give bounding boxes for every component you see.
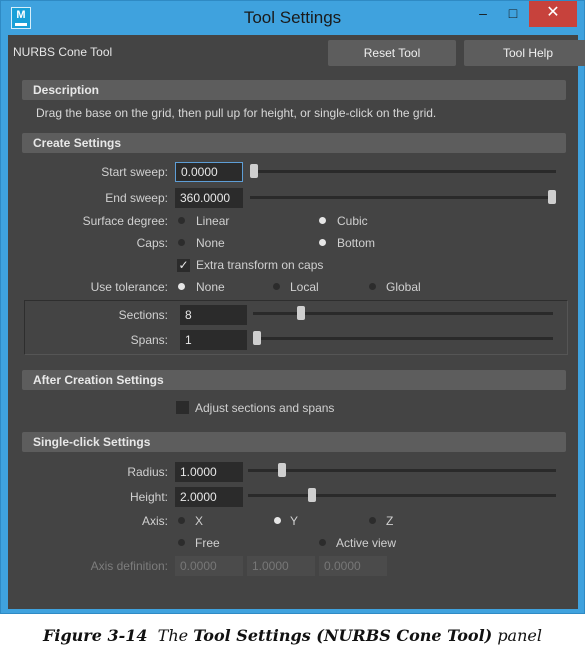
start-sweep-field[interactable]: 0.0000 bbox=[175, 162, 243, 182]
height-label: Height: bbox=[129, 490, 168, 504]
end-sweep-label: End sweep: bbox=[105, 191, 168, 205]
radius-label: Radius: bbox=[127, 465, 168, 479]
start-sweep-slider-thumb[interactable] bbox=[250, 164, 258, 178]
reset-tool-button[interactable]: Reset Tool bbox=[328, 40, 456, 66]
single-click-section-header[interactable]: Single-click Settings bbox=[22, 432, 566, 452]
title-bar[interactable]: M Tool Settings – □ ✕ bbox=[1, 1, 584, 35]
caps-bottom-radio[interactable] bbox=[319, 239, 326, 246]
surface-degree-cubic-radio[interactable] bbox=[319, 217, 326, 224]
minimize-button[interactable]: – bbox=[468, 1, 498, 27]
radius-field[interactable]: 1.0000 bbox=[175, 462, 243, 482]
tool-help-button[interactable]: Tool Help bbox=[464, 40, 585, 66]
height-slider-track[interactable] bbox=[248, 494, 556, 497]
extra-transform-label: Extra transform on caps bbox=[196, 258, 324, 272]
after-creation-section-header[interactable]: After Creation Settings bbox=[22, 370, 566, 390]
caption-bold: Tool Settings (NURBS Cone Tool) bbox=[193, 626, 493, 645]
caption-post: panel bbox=[497, 626, 542, 645]
maximize-button[interactable]: □ bbox=[498, 1, 528, 27]
axis-definition-y-field: 1.0000 bbox=[247, 556, 315, 576]
sections-field[interactable]: 8 bbox=[180, 305, 247, 325]
create-settings-section-header[interactable]: Create Settings bbox=[22, 133, 566, 153]
close-button[interactable]: ✕ bbox=[529, 1, 577, 27]
surface-degree-linear-label: Linear bbox=[196, 214, 230, 228]
description-section-header[interactable]: Description bbox=[22, 80, 566, 100]
axis-definition-x-field: 0.0000 bbox=[175, 556, 243, 576]
caps-none-label: None bbox=[196, 236, 225, 250]
height-field[interactable]: 2.0000 bbox=[175, 487, 243, 507]
spans-slider-track[interactable] bbox=[253, 337, 553, 340]
tolerance-none-label: None bbox=[196, 280, 225, 294]
axis-y-radio[interactable] bbox=[274, 517, 281, 524]
radius-slider-thumb[interactable] bbox=[278, 463, 286, 477]
caps-label: Caps: bbox=[136, 236, 168, 250]
tolerance-local-radio[interactable] bbox=[273, 283, 280, 290]
tool-settings-panel: NURBS Cone Tool Reset Tool Tool Help Des… bbox=[8, 35, 585, 609]
tolerance-global-label: Global bbox=[386, 280, 421, 294]
height-slider-thumb[interactable] bbox=[308, 488, 316, 502]
axis-y-label: Y bbox=[290, 514, 299, 528]
end-sweep-slider-track[interactable] bbox=[250, 196, 556, 199]
end-sweep-slider-thumb[interactable] bbox=[548, 190, 556, 204]
axis-free-radio[interactable] bbox=[178, 539, 185, 546]
tolerance-global-radio[interactable] bbox=[369, 283, 376, 290]
start-sweep-slider-track[interactable] bbox=[250, 170, 556, 173]
sections-label: Sections: bbox=[118, 308, 168, 322]
radius-slider-track[interactable] bbox=[248, 469, 556, 472]
use-tolerance-label: Use tolerance: bbox=[90, 280, 168, 294]
caption-pre: The bbox=[157, 626, 189, 645]
axis-z-radio[interactable] bbox=[369, 517, 376, 524]
surface-degree-linear-radio[interactable] bbox=[178, 217, 185, 224]
tolerance-none-radio[interactable] bbox=[178, 283, 185, 290]
axis-definition-z-field: 0.0000 bbox=[319, 556, 387, 576]
start-sweep-label: Start sweep: bbox=[101, 165, 168, 179]
end-sweep-field[interactable]: 360.0000 bbox=[175, 188, 243, 208]
axis-x-label: X bbox=[195, 514, 204, 528]
sections-slider-thumb[interactable] bbox=[296, 306, 305, 320]
axis-z-label: Z bbox=[386, 514, 394, 528]
caps-none-radio[interactable] bbox=[178, 239, 185, 246]
axis-label: Axis: bbox=[141, 514, 168, 528]
tool-settings-window: M Tool Settings – □ ✕ NURBS Cone Tool Re… bbox=[0, 0, 585, 614]
tolerance-local-label: Local bbox=[290, 280, 319, 294]
figure-caption: Figure 3-14 The Tool Settings (NURBS Con… bbox=[0, 626, 585, 645]
adjust-sections-checkbox[interactable] bbox=[176, 401, 189, 414]
spans-slider-thumb[interactable] bbox=[253, 331, 261, 345]
surface-degree-label: Surface degree: bbox=[82, 214, 168, 228]
description-text: Drag the base on the grid, then pull up … bbox=[36, 106, 437, 120]
axis-active-view-radio[interactable] bbox=[319, 539, 326, 546]
extra-transform-checkbox[interactable]: ✓ bbox=[177, 259, 190, 272]
tool-name-label: NURBS Cone Tool bbox=[13, 45, 113, 59]
axis-free-label: Free bbox=[195, 536, 220, 550]
spans-field[interactable]: 1 bbox=[180, 330, 247, 350]
axis-active-view-label: Active view bbox=[336, 536, 397, 550]
spans-label: Spans: bbox=[130, 333, 168, 347]
adjust-sections-label: Adjust sections and spans bbox=[195, 401, 335, 415]
caption-figure-number: Figure 3-14 bbox=[43, 626, 148, 645]
caps-bottom-label: Bottom bbox=[337, 236, 376, 250]
surface-degree-cubic-label: Cubic bbox=[337, 214, 368, 228]
axis-x-radio[interactable] bbox=[178, 517, 185, 524]
axis-definition-label: Axis definition: bbox=[90, 559, 168, 573]
